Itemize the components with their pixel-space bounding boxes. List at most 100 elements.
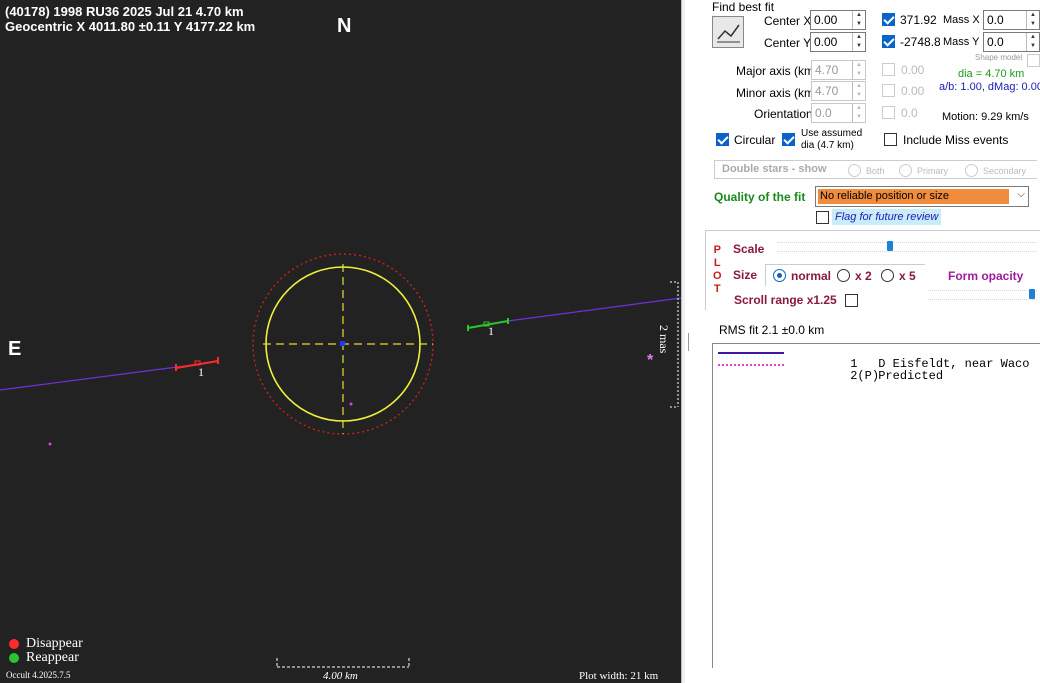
form-opacity-slider-thumb[interactable] (1029, 289, 1035, 299)
form-opacity-label: Form opacity (948, 269, 1024, 283)
mass-y-label: Mass Y (943, 36, 980, 48)
minor-axis-label: Minor axis (km) (736, 86, 819, 100)
primary-label: Primary (917, 166, 948, 176)
chord-line-right (507, 297, 681, 322)
legend-row-num: 2(P) (850, 369, 880, 383)
orientation-fit: 0.0 (901, 106, 918, 120)
include-miss-checkbox[interactable] (884, 133, 897, 146)
minor-axis-fit-checkbox[interactable] (882, 84, 895, 97)
primary-radio[interactable] (899, 164, 912, 177)
scale-label: Scale (733, 242, 765, 256)
major-axis-label: Major axis (km) (736, 64, 819, 78)
flag-review-label: Flag for future review (832, 209, 942, 225)
flag-review-checkbox[interactable] (816, 211, 829, 224)
chord-label-left: 1 (198, 365, 204, 379)
north-label: N (337, 15, 352, 37)
predicted-line-dotted (718, 364, 784, 366)
scale-bar (276, 658, 410, 668)
legend-row-name: Predicted (878, 369, 944, 383)
major-axis-fit: 0.00 (901, 63, 925, 77)
scroll-range-label: Scroll range x1.25 (734, 293, 837, 307)
control-panel: Find best fit Center X 0.00 ▲ ▼ Center Y 0… (685, 0, 1040, 683)
scale-bar-label: 4.00 km (323, 670, 358, 682)
circular-checkbox[interactable] (716, 133, 729, 146)
disappear-legend-dot (9, 639, 19, 649)
predicted-point (48, 442, 52, 446)
major-axis-input[interactable]: 4.70 ▲ ▼ (811, 60, 866, 80)
size-x2-radio[interactable] (837, 269, 850, 282)
mass-x-label: Mass X (943, 14, 980, 26)
major-axis-fit-checkbox[interactable] (882, 63, 895, 76)
include-miss-label: Include Miss events (903, 133, 1009, 147)
quality-value: No reliable position or size (818, 189, 1009, 204)
legend-row: 2(P)Predicted (793, 358, 943, 394)
fit-y-value: -2748.8( (900, 35, 940, 49)
center-x-label: Center X (764, 14, 812, 28)
orientation-input[interactable]: 0.0 ▲ ▼ (811, 103, 866, 123)
mas-label: 2 mas (657, 325, 671, 354)
size-label: Size (733, 268, 758, 282)
occultation-plot[interactable]: (40178) 1998 RU36 2025 Jul 21 4.70 km Ge… (0, 0, 681, 683)
size-normal-label: normal (791, 269, 832, 283)
use-assumed-label: Use assumed dia (4.7 km) (801, 128, 863, 151)
size-normal-radio[interactable] (773, 269, 786, 282)
fit-x-value: 371.92 (900, 13, 937, 27)
scale-slider-thumb[interactable] (887, 241, 893, 251)
plot-group-title: PLOT (713, 244, 722, 295)
size-x5-label: x 5 (899, 269, 916, 283)
version-label: Occult 4.2025.7.5 (6, 670, 71, 680)
ellipse-center (340, 341, 345, 346)
chord-line-left (0, 365, 186, 391)
legend-reappear: Reappear (26, 650, 79, 665)
center-y-label: Center Y (764, 36, 812, 50)
mass-y-input[interactable]: 0.0 ▲ ▼ (983, 32, 1040, 52)
scroll-range-checkbox[interactable] (845, 294, 858, 307)
reappear-legend-dot (9, 653, 19, 663)
dia-text: dia = 4.70 km (958, 68, 1025, 80)
size-x2-label: x 2 (855, 269, 872, 283)
both-radio[interactable] (848, 164, 861, 177)
plot-header-line2: Geocentric X 4011.80 ±0.11 Y 4177.22 km (5, 19, 256, 34)
secondary-radio[interactable] (965, 164, 978, 177)
circular-label: Circular (734, 133, 776, 147)
mas-bracket (670, 281, 679, 408)
observer-legend-list: 1D Eisfeldt, near Waco 2(P)Predicted (712, 343, 1040, 668)
mass-x-input[interactable]: 0.0 ▲ ▼ (983, 10, 1040, 30)
secondary-label: Secondary (983, 166, 1027, 176)
observer-line-solid (718, 352, 784, 354)
predicted-point (349, 402, 353, 406)
double-stars-group: Double stars - show Both Primary Seconda… (714, 160, 1037, 179)
shape-model-checkbox[interactable] (1027, 54, 1040, 67)
shape-model-label: Shape model (975, 53, 1023, 62)
east-label: E (8, 338, 22, 360)
panel-splitter-handle[interactable] (688, 333, 689, 351)
form-opacity-slider[interactable] (928, 290, 1037, 300)
plot-header-line1: (40178) 1998 RU36 2025 Jul 21 4.70 km (5, 4, 244, 19)
center-x-input[interactable]: 0.00 ▲ ▼ (810, 10, 866, 30)
find-best-fit-label: Find best fit (712, 0, 775, 14)
orientation-label: Orientation (754, 107, 813, 121)
ab-dmag-text: a/b: 1.00, dMag: 0.00 (939, 81, 1040, 93)
star-icon: * (647, 352, 654, 369)
fit-y-checkbox[interactable] (882, 35, 895, 48)
size-x5-radio[interactable] (881, 269, 894, 282)
rms-fit-label: RMS fit 2.1 ±0.0 km (719, 323, 825, 337)
both-label: Both (866, 166, 885, 176)
chart-line-icon (717, 24, 740, 43)
chevron-down-icon: ⌵ (1017, 189, 1025, 200)
center-y-input[interactable]: 0.00 ▲ ▼ (810, 32, 866, 52)
plot-width-label: Plot width: 21 km (579, 670, 659, 682)
motion-text: Motion: 9.29 km/s (942, 111, 1029, 123)
quality-label: Quality of the fit (714, 190, 806, 204)
disappear-marker (175, 357, 219, 371)
use-assumed-checkbox[interactable] (782, 133, 795, 146)
minor-axis-fit: 0.00 (901, 84, 925, 98)
quality-dropdown[interactable]: No reliable position or size ⌵ (815, 186, 1029, 207)
scale-slider[interactable] (777, 242, 1037, 252)
double-stars-label: Double stars - show (722, 163, 827, 175)
plot-canvas (0, 253, 681, 668)
minor-axis-input[interactable]: 4.70 ▲ ▼ (811, 81, 866, 101)
fit-x-checkbox[interactable] (882, 13, 895, 26)
orientation-fit-checkbox[interactable] (882, 106, 895, 119)
find-best-fit-button[interactable] (712, 16, 744, 48)
